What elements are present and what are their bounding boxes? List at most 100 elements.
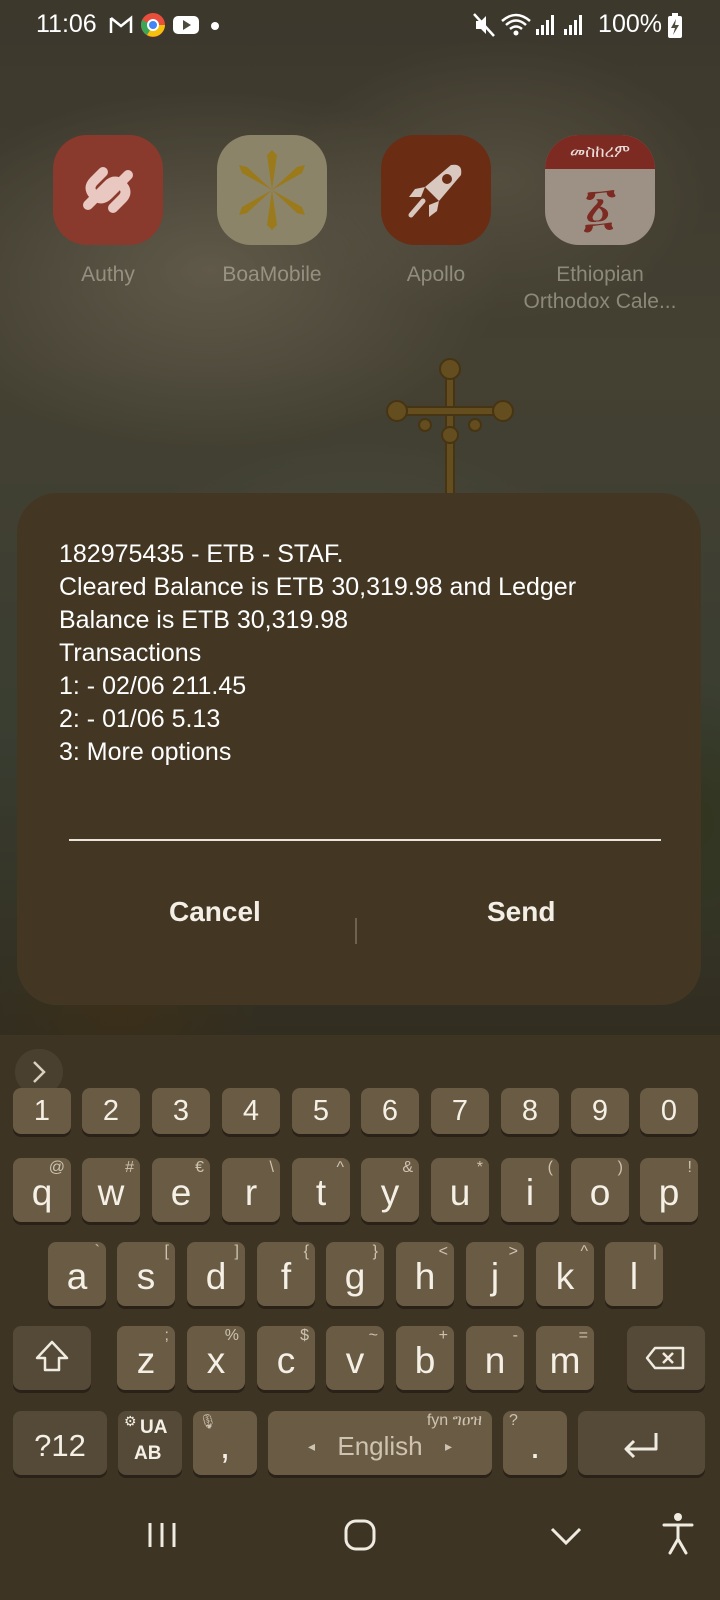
key-o[interactable]: o) — [571, 1158, 629, 1222]
ussd-dialog: 182975435 - ETB - STAF. Cleared Balance … — [17, 493, 701, 1005]
enter-icon — [624, 1433, 658, 1459]
chrome-canary-icon — [141, 13, 165, 37]
app-apollo[interactable]: Apollo — [356, 135, 516, 288]
accessibility-icon[interactable] — [656, 1509, 700, 1559]
key-b[interactable]: b + — [396, 1326, 454, 1390]
ussd-message: 182975435 - ETB - STAF. Cleared Balance … — [59, 540, 577, 766]
key-y[interactable]: y & — [361, 1158, 419, 1222]
key-4[interactable]: 4 — [222, 1088, 280, 1134]
key-p[interactable]: p! — [640, 1158, 698, 1222]
key-i[interactable]: i( — [501, 1158, 559, 1222]
key-char: j — [490, 1256, 500, 1297]
key-6[interactable]: 6 — [361, 1088, 419, 1134]
key-char: o — [589, 1172, 611, 1213]
key-3[interactable]: 3 — [152, 1088, 210, 1134]
ussd-reply-input[interactable] — [69, 789, 661, 841]
key-hint: [ — [164, 1243, 169, 1260]
status-time: 11:06 — [36, 10, 97, 38]
mute-icon — [473, 13, 495, 37]
key-hint: * — [476, 1159, 483, 1176]
space-language-label: English — [337, 1431, 423, 1461]
key-hint: \ — [269, 1159, 274, 1176]
cancel-button[interactable]: Cancel — [163, 895, 267, 929]
key-c[interactable]: c $ — [257, 1326, 315, 1390]
key-7[interactable]: 7 — [431, 1088, 489, 1134]
key-1[interactable]: 1 — [13, 1088, 71, 1134]
key-5[interactable]: 5 — [292, 1088, 350, 1134]
key-m[interactable]: m = — [536, 1326, 594, 1390]
battery-charging-icon — [668, 13, 682, 38]
language-switch-key[interactable]: ⚙ UA AB — [118, 1411, 182, 1475]
period-key[interactable]: . ? — [503, 1411, 567, 1475]
key-s[interactable]: s[ — [117, 1242, 175, 1306]
app-label: Apollo — [406, 263, 466, 286]
key-l[interactable]: l | — [605, 1242, 663, 1306]
lang-switch-top: UA — [140, 1417, 168, 1438]
key-r[interactable]: r \ — [222, 1158, 280, 1222]
ethiopian-calendar-icon: መስከረም ፩ — [545, 135, 655, 245]
key-char: s — [136, 1256, 156, 1297]
app-ethiopian-orthodox-calendar[interactable]: መስከረም ፩ Ethiopian Orthodox Cale... — [520, 135, 680, 315]
key-hint: ? — [509, 1412, 518, 1429]
key-char: r — [244, 1172, 258, 1213]
backspace-key[interactable] — [627, 1326, 705, 1390]
key-v[interactable]: v ~ — [326, 1326, 384, 1390]
key-hint: < — [438, 1243, 448, 1260]
enter-key[interactable] — [578, 1411, 705, 1475]
key-char: x — [206, 1340, 226, 1381]
battery-percent: 100% — [598, 10, 662, 38]
key-char: w — [97, 1172, 125, 1213]
key-char: p — [658, 1172, 680, 1213]
key-hint: ! — [687, 1159, 692, 1176]
key-a[interactable]: a ` — [48, 1242, 106, 1306]
key-t[interactable]: t ^ — [292, 1158, 350, 1222]
status-bar: 11:06 100% — [0, 0, 720, 52]
apollo-rocket-icon — [381, 135, 491, 245]
key-x[interactable]: x% — [187, 1326, 245, 1390]
shift-icon — [35, 1340, 69, 1372]
app-boamobile[interactable]: BoaMobile — [192, 135, 352, 288]
key-char: n — [484, 1340, 506, 1381]
key-hint: { — [303, 1243, 309, 1260]
app-label: Authy — [81, 263, 135, 286]
key-hint: % — [224, 1327, 239, 1344]
key-char: c — [276, 1340, 296, 1381]
recent-apps-icon[interactable] — [140, 1515, 184, 1555]
key-n[interactable]: n- — [466, 1326, 524, 1390]
key-k[interactable]: k ^ — [536, 1242, 594, 1306]
key-hint: ~ — [368, 1327, 378, 1344]
key-e[interactable]: e € — [152, 1158, 210, 1222]
key-0[interactable]: 0 — [640, 1088, 698, 1134]
key-hint: ` — [94, 1243, 100, 1260]
key-q[interactable]: q @ — [13, 1158, 71, 1222]
key-char: q — [31, 1172, 53, 1213]
key-char: v — [345, 1340, 365, 1381]
key-8[interactable]: 8 — [501, 1088, 559, 1134]
key-char: t — [315, 1172, 327, 1213]
home-icon[interactable] — [338, 1513, 382, 1557]
app-authy[interactable]: Authy — [28, 135, 188, 288]
key-hint: @ — [48, 1159, 65, 1176]
key-h[interactable]: h < — [396, 1242, 454, 1306]
key-z[interactable]: z; — [117, 1326, 175, 1390]
hide-keyboard-chevron-down-icon[interactable] — [544, 1515, 588, 1555]
key-g[interactable]: g} — [326, 1242, 384, 1306]
symbols-key[interactable]: ?12 — [13, 1411, 107, 1475]
key-hint: ^ — [580, 1243, 588, 1260]
key-hint: # — [125, 1159, 134, 1176]
send-button[interactable]: Send — [481, 895, 561, 929]
key-w[interactable]: w # — [82, 1158, 140, 1222]
key-char: b — [414, 1340, 436, 1381]
key-d[interactable]: d] — [187, 1242, 245, 1306]
key-f[interactable]: f{ — [257, 1242, 315, 1306]
key-char: i — [525, 1172, 535, 1213]
space-key[interactable]: ◂ English ▸ fyn ግዐዝ — [268, 1411, 492, 1475]
key-9[interactable]: 9 — [571, 1088, 629, 1134]
space-left-arrow-icon: ◂ — [308, 1438, 316, 1454]
comma-key[interactable]: 🎙 , — [193, 1411, 257, 1475]
key-j[interactable]: j > — [466, 1242, 524, 1306]
key-char: d — [205, 1256, 227, 1297]
key-u[interactable]: u * — [431, 1158, 489, 1222]
key-2[interactable]: 2 — [82, 1088, 140, 1134]
shift-key[interactable] — [13, 1326, 91, 1390]
